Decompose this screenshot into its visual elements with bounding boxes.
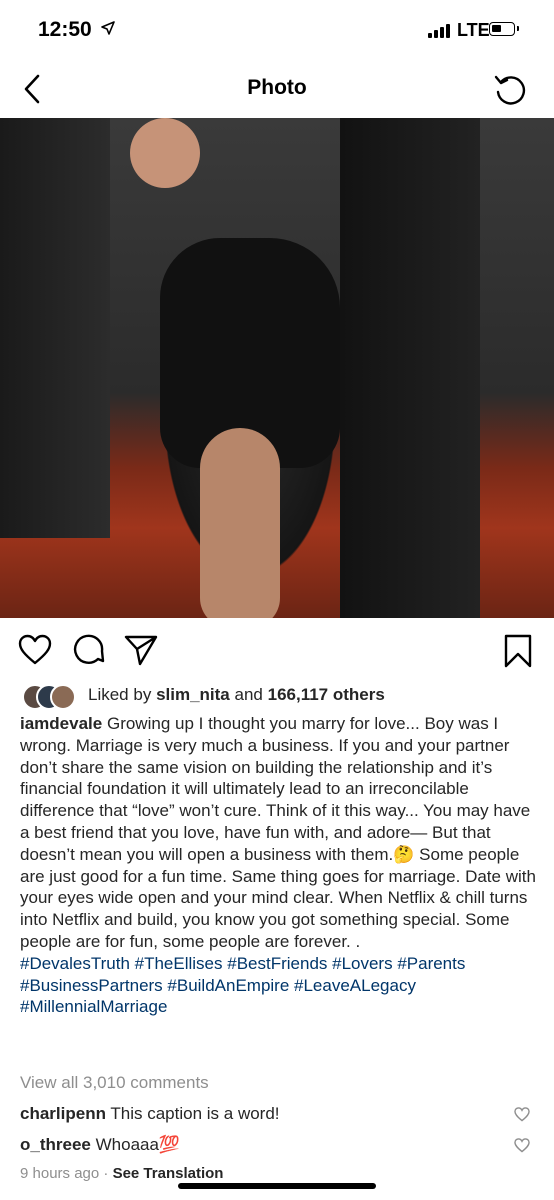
likes-prefix: Liked by <box>88 685 152 704</box>
status-time: 12:50 <box>38 18 92 41</box>
comment-icon[interactable] <box>72 634 106 666</box>
post-caption: iamdevale Growing up I thought you marry… <box>20 713 540 1018</box>
caption-text: Growing up I thought you marry for love.… <box>20 714 536 951</box>
battery-icon <box>489 22 519 36</box>
caption-username[interactable]: iamdevale <box>20 714 102 733</box>
comment-row: o_threee Whoaaa💯 <box>20 1135 540 1155</box>
heart-icon[interactable] <box>18 634 52 666</box>
meta-separator: · <box>103 1165 109 1182</box>
comment-text: Whoaaa💯 <box>95 1135 181 1154</box>
caption-hashtags[interactable]: #DevalesTruth #TheEllises #BestFriends #… <box>20 953 540 1018</box>
status-bar: 12:50 LTE <box>0 0 554 60</box>
network-type: LTE <box>457 20 490 40</box>
heart-icon[interactable] <box>514 1107 530 1122</box>
likes-text: Liked by slim_nita and 166,117 others <box>88 685 385 705</box>
photo-leg <box>200 428 280 618</box>
photo-figure-left <box>0 118 110 538</box>
bookmark-icon[interactable] <box>503 634 533 668</box>
post-photo[interactable] <box>0 118 554 618</box>
likes-user-link[interactable]: slim_nita <box>156 685 230 704</box>
avatar <box>50 684 76 710</box>
send-icon[interactable] <box>124 634 158 666</box>
view-all-comments-link[interactable]: View all 3,010 comments <box>20 1073 209 1093</box>
post-actions <box>0 618 554 684</box>
comment-text: This caption is a word! <box>110 1104 280 1123</box>
refresh-icon[interactable] <box>492 72 528 108</box>
likes-count[interactable]: 166,117 others <box>268 685 385 704</box>
heart-icon[interactable] <box>514 1138 530 1153</box>
page-title: Photo <box>247 76 307 99</box>
home-indicator[interactable] <box>178 1183 376 1189</box>
location-arrow-icon <box>101 21 115 35</box>
signal-strength-icon <box>428 24 450 38</box>
post-time: 9 hours ago <box>20 1165 100 1182</box>
liker-avatars <box>22 684 82 710</box>
nav-header: Photo <box>0 60 554 118</box>
comment-row: charlipenn This caption is a word! <box>20 1104 540 1124</box>
likes-row[interactable]: Liked by slim_nita and 166,117 others <box>0 684 554 712</box>
comment-username[interactable]: charlipenn <box>20 1104 106 1123</box>
post-meta: 9 hours ago · See Translation <box>20 1165 223 1182</box>
comment-username[interactable]: o_threee <box>20 1135 91 1154</box>
see-translation-link[interactable]: See Translation <box>113 1165 224 1182</box>
photo-figure-right <box>340 118 480 618</box>
likes-joiner: and <box>234 685 263 704</box>
photo-face <box>130 118 200 188</box>
